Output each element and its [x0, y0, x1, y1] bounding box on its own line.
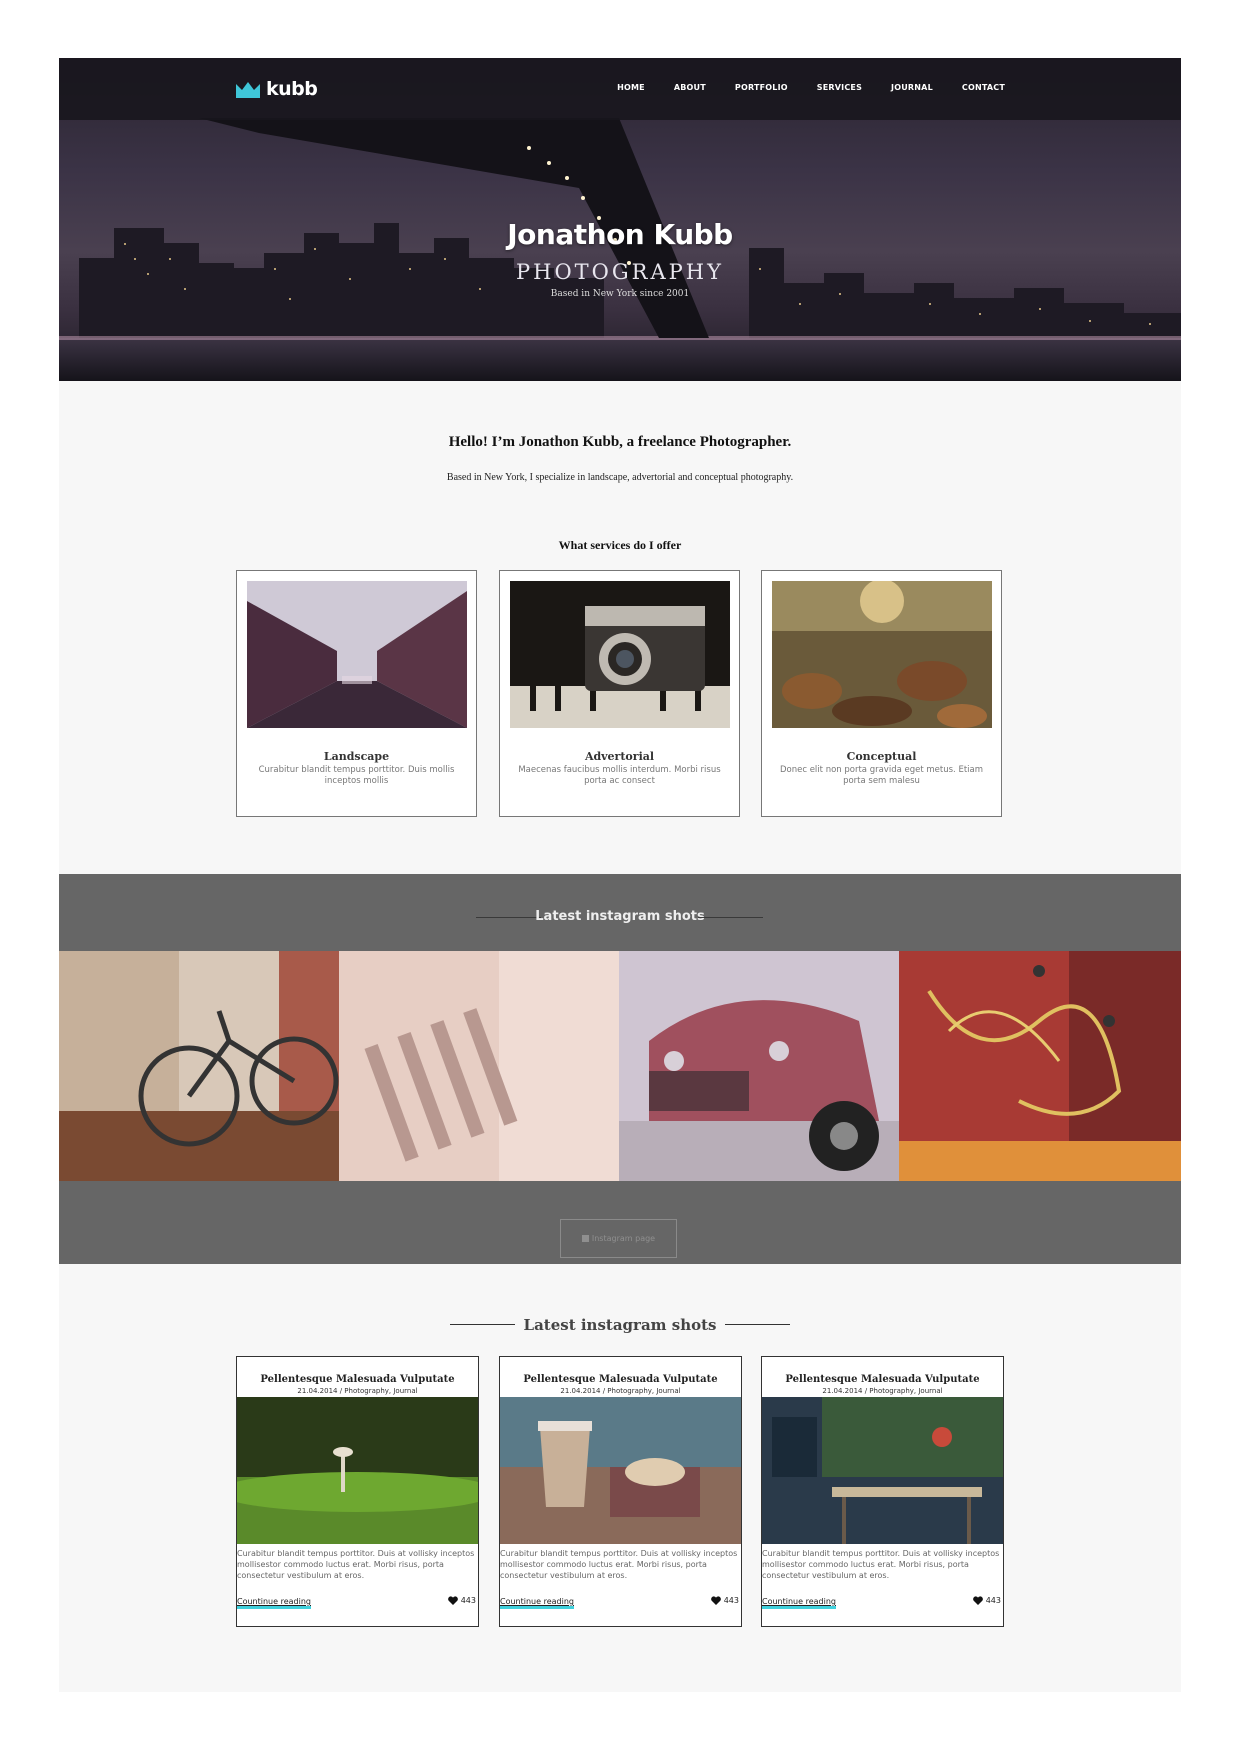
coffee-cup-photo — [500, 1397, 741, 1544]
main-nav: HOME ABOUT PORTFOLIO SERVICES JOURNAL CO… — [617, 83, 1005, 92]
post-excerpt: Curabitur blandit tempus porttitor. Duis… — [500, 1549, 738, 1580]
post-meta: 21.04.2014 / Photography, Journal — [560, 1387, 681, 1395]
service-desc: Curabitur blandit tempus porttitor. Duis… — [258, 765, 455, 786]
service-card-advertorial[interactable]: Advertorial Maecenas faucibus mollis int… — [499, 570, 740, 817]
service-title: Conceptual — [846, 750, 917, 763]
crown-icon — [236, 82, 260, 98]
likes-count: 443 — [460, 1596, 476, 1605]
service-title: Landscape — [323, 750, 390, 763]
likes-count: 443 — [985, 1596, 1001, 1605]
intro-title: Hello! I’m Jonathon Kubb, a freelance Ph… — [448, 434, 792, 450]
instagram-page-button[interactable]: Instagram page — [560, 1219, 677, 1258]
instagram-shot-truck[interactable] — [619, 951, 899, 1181]
likes-counter[interactable]: 443 — [972, 1596, 1001, 1605]
service-card-conceptual[interactable]: Conceptual Donec elit non porta gravida … — [761, 570, 1002, 817]
nav-about[interactable]: ABOUT — [674, 83, 706, 92]
blog-post-card: Pellentesque Malesuada Vulputate 21.04.2… — [236, 1356, 479, 1627]
blog-title: Latest instagram shots — [523, 1316, 717, 1334]
autumn-leaves-photo — [772, 581, 992, 728]
nav-contact[interactable]: CONTACT — [962, 83, 1005, 92]
heart-icon — [972, 1596, 983, 1605]
navbar: kubb HOME ABOUT PORTFOLIO SERVICES JOURN… — [59, 58, 1181, 120]
nav-portfolio[interactable]: PORTFOLIO — [735, 83, 788, 92]
title-divider-right — [698, 917, 763, 918]
service-card-landscape[interactable]: Landscape Curabitur blandit tempus portt… — [236, 570, 477, 817]
cafe-table-photo — [762, 1397, 1003, 1544]
blog-post-card: Pellentesque Malesuada Vulputate 21.04.2… — [761, 1356, 1004, 1627]
page: kubb HOME ABOUT PORTFOLIO SERVICES JOURN… — [59, 58, 1181, 1692]
likes-counter[interactable]: 443 — [447, 1596, 476, 1605]
heart-icon — [710, 1596, 721, 1605]
instagram-button-label: Instagram page — [591, 1234, 656, 1243]
instagram-shot-clothespins[interactable] — [339, 951, 619, 1181]
continue-reading-link[interactable]: Countinue reading — [762, 1597, 836, 1609]
blog-divider-right — [725, 1324, 790, 1325]
continue-reading-link[interactable]: Countinue reading — [500, 1597, 574, 1609]
services-title: What services do I offer — [558, 538, 682, 552]
continue-reading-link[interactable]: Countinue reading — [237, 1597, 311, 1609]
post-excerpt: Curabitur blandit tempus porttitor. Duis… — [762, 1549, 1000, 1580]
instagram-section: Latest instagram shots Instagram page — [59, 874, 1181, 1264]
hero-banner: kubb HOME ABOUT PORTFOLIO SERVICES JOURN… — [59, 58, 1181, 381]
instagram-title: Latest instagram shots — [535, 909, 705, 924]
post-title[interactable]: Pellentesque Malesuada Vulputate — [500, 1374, 741, 1385]
post-excerpt: Curabitur blandit tempus porttitor. Duis… — [237, 1549, 475, 1580]
service-desc: Donec elit non porta gravida eget metus.… — [779, 765, 984, 786]
post-title[interactable]: Pellentesque Malesuada Vulputate — [237, 1374, 478, 1385]
hero-note: Based in New York since 2001 — [550, 289, 690, 299]
heart-icon — [447, 1596, 458, 1605]
hero-title: Jonathon Kubb — [507, 218, 733, 251]
nav-journal[interactable]: JOURNAL — [891, 83, 933, 92]
canal-photo — [247, 581, 467, 728]
camera-photo — [510, 581, 730, 728]
logo-text: kubb — [266, 78, 318, 100]
likes-count: 443 — [723, 1596, 739, 1605]
post-title[interactable]: Pellentesque Malesuada Vulputate — [762, 1374, 1003, 1385]
logo[interactable]: kubb — [236, 76, 318, 102]
instagram-shot-bicycle[interactable] — [59, 951, 339, 1181]
nav-services[interactable]: SERVICES — [817, 83, 862, 92]
mushroom-photo — [237, 1397, 478, 1544]
post-meta: 21.04.2014 / Photography, Journal — [297, 1387, 418, 1395]
service-title: Advertorial — [584, 750, 655, 763]
likes-counter[interactable]: 443 — [710, 1596, 739, 1605]
post-meta: 21.04.2014 / Photography, Journal — [822, 1387, 943, 1395]
blog-post-card: Pellentesque Malesuada Vulputate 21.04.2… — [499, 1356, 742, 1627]
instagram-icon — [581, 1235, 589, 1242]
nav-home[interactable]: HOME — [617, 83, 645, 92]
intro-text: Based in New York, I specialize in lands… — [446, 472, 794, 483]
service-desc: Maecenas faucibus mollis interdum. Morbi… — [518, 765, 721, 786]
hero-subtitle: PHOTOGRAPHY — [516, 260, 724, 284]
instagram-shot-machine[interactable] — [899, 951, 1181, 1181]
